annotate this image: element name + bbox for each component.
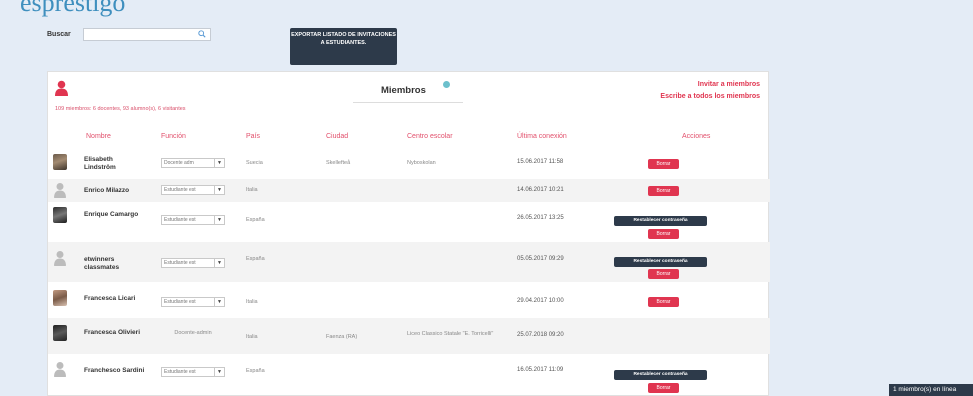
role-value: Estudiante est xyxy=(164,260,196,266)
members-panel: 109 miembros: 6 docentes, 93 alumno(s), … xyxy=(47,71,770,396)
role-value: Estudiante est xyxy=(164,217,196,223)
member-name[interactable]: Francesca Olivieri xyxy=(84,329,146,337)
member-name[interactable]: Franchesco Sardini xyxy=(84,367,146,375)
role-text: Docente-admin xyxy=(174,330,212,336)
table-row: Enrico Milazzo Estudiante est ▼ Italia 14… xyxy=(48,179,770,202)
column-header-actions: Acciones xyxy=(682,133,711,140)
title-divider xyxy=(353,102,463,103)
reset-password-button[interactable]: Restablecer contraseña xyxy=(614,257,707,267)
school-cell: Liceo Classico Statale "E. Torricelli" xyxy=(407,331,494,337)
member-name[interactable]: Francesca Licari xyxy=(84,295,146,303)
table-row: Francesca Licari Estudiante est ▼ Italia … xyxy=(48,282,770,318)
last-connection-cell: 25.07.2018 09:20 xyxy=(517,332,564,338)
table-row: Francesca Olivieri Docente-admin Italia … xyxy=(48,318,770,354)
country-cell: España xyxy=(246,368,265,374)
photo-icon xyxy=(53,207,67,223)
chevron-down-icon: ▼ xyxy=(214,368,224,376)
invite-members-link[interactable]: Invitar a miembros xyxy=(698,81,760,88)
photo-icon xyxy=(53,154,67,170)
member-summary[interactable]: 109 miembros: 6 docentes, 93 alumno(s), … xyxy=(55,106,186,112)
member-name[interactable]: etwinners classmates xyxy=(84,256,146,272)
member-name[interactable]: Enrique Camargo xyxy=(84,211,146,219)
delete-button[interactable]: Borrar xyxy=(648,159,679,169)
reset-password-button[interactable]: Restablecer contraseña xyxy=(614,370,707,380)
role-select[interactable]: Estudiante est ▼ xyxy=(161,297,225,307)
photo-icon xyxy=(53,325,67,341)
chevron-down-icon: ▼ xyxy=(214,298,224,306)
table-row: etwinners classmates Estudiante est ▼ Esp… xyxy=(48,242,770,282)
search-icon[interactable] xyxy=(198,30,206,38)
country-cell: Italia xyxy=(246,187,258,193)
country-cell: Italia xyxy=(246,299,258,305)
column-header-city[interactable]: Ciudad xyxy=(326,133,348,140)
photo-icon xyxy=(53,290,67,306)
user-placeholder-icon xyxy=(54,362,66,377)
last-connection-cell: 14.06.2017 10:21 xyxy=(517,187,564,193)
table-row: Elisabeth Lindström Docente adm ▼ Suecia … xyxy=(48,150,770,179)
column-header-name[interactable]: Nombre xyxy=(86,133,111,140)
city-cell: Skellefteå xyxy=(326,160,351,166)
member-name[interactable]: Elisabeth Lindström xyxy=(84,156,146,172)
last-connection-cell: 16.05.2017 11:09 xyxy=(517,367,564,373)
table-row: Enrique Camargo Estudiante est ▼ España 2… xyxy=(48,202,770,242)
role-select[interactable]: Estudiante est ▼ xyxy=(161,185,225,195)
school-cell: Nyboskolan xyxy=(407,160,436,166)
page-heading: esprestigo xyxy=(20,0,126,17)
column-header-school[interactable]: Centro escolar xyxy=(407,133,453,140)
delete-button[interactable]: Borrar xyxy=(648,269,679,279)
write-all-members-link[interactable]: Escribe a todos los miembros xyxy=(660,93,760,100)
role-select[interactable]: Estudiante est ▼ xyxy=(161,258,225,268)
user-placeholder-icon xyxy=(54,251,66,266)
online-members-toast[interactable]: 1 miembro(s) en línea xyxy=(889,384,973,396)
last-connection-cell: 29.04.2017 10:00 xyxy=(517,298,564,304)
role-select[interactable]: Estudiante est ▼ xyxy=(161,215,225,225)
chevron-down-icon: ▼ xyxy=(214,159,224,167)
country-cell: Italia xyxy=(246,334,258,340)
user-icon xyxy=(55,80,68,96)
search-label: Buscar xyxy=(47,31,71,38)
role-value: Estudiante est xyxy=(164,369,196,375)
delete-button[interactable]: Borrar xyxy=(648,383,679,393)
last-connection-cell: 15.06.2017 11:58 xyxy=(517,159,564,165)
role-value: Estudiante est xyxy=(164,299,196,305)
user-placeholder-icon xyxy=(54,183,66,198)
country-cell: España xyxy=(246,217,265,223)
delete-button[interactable]: Borrar xyxy=(648,297,679,307)
column-header-role[interactable]: Función xyxy=(161,133,186,140)
chevron-down-icon: ▼ xyxy=(214,259,224,267)
country-cell: Suecia xyxy=(246,160,263,166)
role-select[interactable]: Estudiante est ▼ xyxy=(161,367,225,377)
last-connection-cell: 05.05.2017 09:29 xyxy=(517,256,564,262)
panel-title: Miembros xyxy=(381,85,426,96)
member-name[interactable]: Enrico Milazzo xyxy=(84,187,146,195)
role-value: Docente adm xyxy=(164,160,194,166)
last-connection-cell: 26.05.2017 13:25 xyxy=(517,215,564,221)
country-cell: España xyxy=(246,256,265,262)
chevron-down-icon: ▼ xyxy=(214,216,224,224)
search-input[interactable] xyxy=(83,28,211,41)
reset-password-button[interactable]: Restablecer contraseña xyxy=(614,216,707,226)
delete-button[interactable]: Borrar xyxy=(648,229,679,239)
delete-button[interactable]: Borrar xyxy=(648,186,679,196)
role-select[interactable]: Docente adm ▼ xyxy=(161,158,225,168)
role-value: Estudiante est xyxy=(164,187,196,193)
chevron-down-icon: ▼ xyxy=(214,186,224,194)
table-row: Franchesco Sardini Estudiante est ▼ Españ… xyxy=(48,354,770,396)
info-icon[interactable] xyxy=(443,81,450,88)
city-cell: Faenza (RA) xyxy=(326,334,358,340)
column-header-last-connection[interactable]: Última conexión xyxy=(517,133,567,140)
export-invitations-button[interactable]: EXPORTAR LISTADO DE INVITACIONES A ESTUD… xyxy=(290,28,397,65)
column-header-country[interactable]: País xyxy=(246,133,260,140)
